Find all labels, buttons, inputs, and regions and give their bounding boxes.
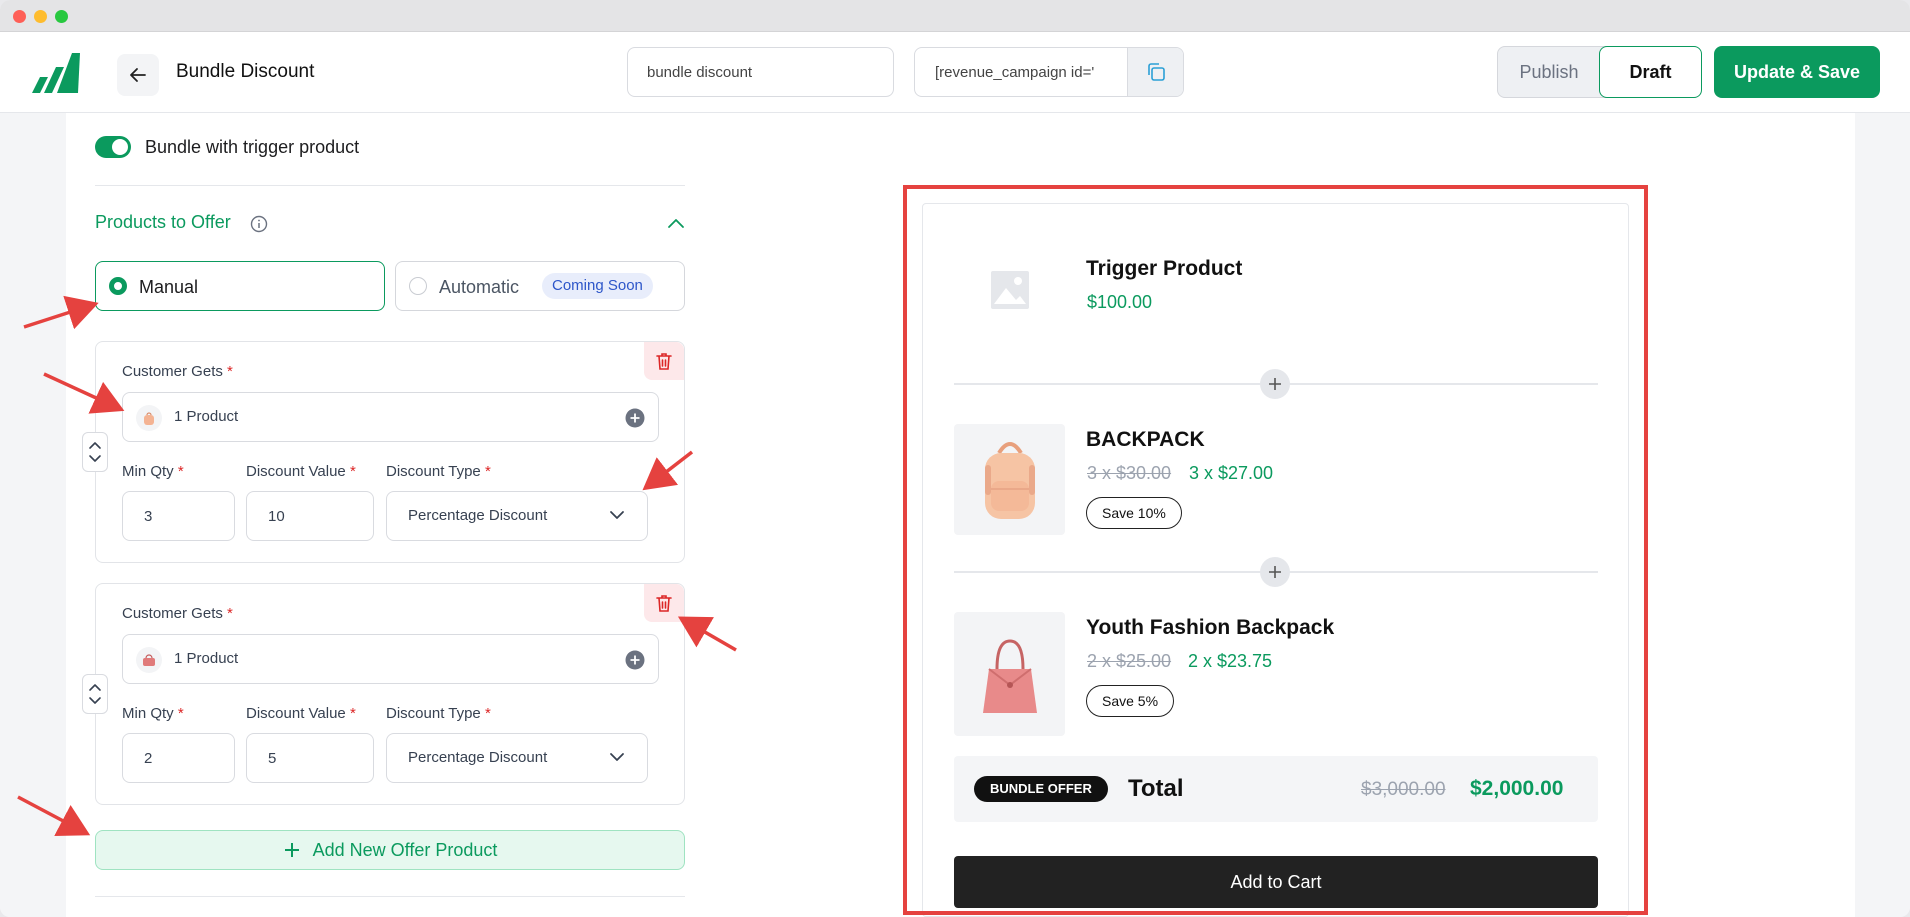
add-to-cart-button[interactable]: Add to Cart <box>954 856 1598 908</box>
item-name: BACKPACK <box>1086 428 1205 451</box>
preview-gutter <box>1855 113 1910 917</box>
discount-type-value: Percentage Discount <box>408 507 548 524</box>
chevron-down-icon <box>610 753 624 761</box>
total-old-price: $3,000.00 <box>1361 779 1446 800</box>
draft-button[interactable]: Draft <box>1599 46 1702 98</box>
copy-icon <box>1147 63 1165 81</box>
product-select[interactable]: 1 Product <box>122 392 659 442</box>
backpack-thumbnail <box>136 405 162 431</box>
total-bar: BUNDLE OFFER Total $3,000.00 $2,000.00 <box>954 756 1598 822</box>
customer-gets-label: Customer Gets * <box>122 605 233 622</box>
close-window-button[interactable] <box>13 10 26 23</box>
discount-type-label: Discount Type * <box>386 463 491 480</box>
arrow-left-icon <box>130 68 146 82</box>
reorder-handle[interactable] <box>82 674 108 714</box>
automatic-option[interactable]: Automatic Coming Soon <box>395 261 685 311</box>
publish-button[interactable]: Publish <box>1498 47 1600 97</box>
handbag-thumbnail <box>136 647 162 673</box>
coming-soon-badge: Coming Soon <box>542 273 653 299</box>
customer-gets-label: Customer Gets * <box>122 363 233 380</box>
trigger-product-name: Trigger Product <box>1086 257 1243 280</box>
image-placeholder-icon <box>990 271 1029 309</box>
discount-value-label: Discount Value * <box>246 705 356 722</box>
product-count: 1 Product <box>174 650 239 667</box>
shortcode-text: [revenue_campaign id=' <box>935 64 1095 81</box>
section-divider <box>95 896 685 897</box>
item-old-price: 2 x $25.00 <box>1087 651 1172 671</box>
discount-value-label: Discount Value * <box>246 463 356 480</box>
backpack-image <box>954 424 1065 535</box>
chevron-up-icon[interactable] <box>667 216 685 230</box>
top-header: Bundle Discount [revenue_campaign id=' P… <box>0 32 1910 113</box>
app-window: Bundle Discount [revenue_campaign id=' P… <box>0 0 1910 917</box>
radio-unselected-icon <box>409 277 427 295</box>
separator-plus-icon <box>1260 369 1290 399</box>
manual-label: Manual <box>139 277 199 297</box>
trigger-product-image <box>954 235 1065 345</box>
bundle-trigger-toggle[interactable] <box>95 136 131 158</box>
window-titlebar <box>0 0 1910 32</box>
save-badge: Save 10% <box>1086 497 1182 529</box>
sort-arrows-icon <box>89 684 101 704</box>
radio-selected-icon <box>109 277 127 295</box>
discount-type-select[interactable]: Percentage Discount <box>386 491 648 541</box>
status-switch: Publish Draft <box>1497 46 1702 98</box>
chevron-down-icon <box>610 511 624 519</box>
item-new-price: 2 x $23.75 <box>1188 651 1273 671</box>
bundle-offer-badge: BUNDLE OFFER <box>974 776 1108 802</box>
maximize-window-button[interactable] <box>55 10 68 23</box>
discount-type-value: Percentage Discount <box>408 749 548 766</box>
discount-type-select[interactable]: Percentage Discount <box>386 733 648 783</box>
trigger-product-price: $100.00 <box>1087 292 1153 312</box>
products-to-offer-title: Products to Offer <box>95 212 231 232</box>
discount-value-input[interactable] <box>246 491 374 541</box>
campaign-name-input[interactable] <box>627 47 894 97</box>
back-button[interactable] <box>117 54 159 96</box>
save-badge: Save 5% <box>1086 685 1175 717</box>
manual-option[interactable]: Manual <box>95 261 385 311</box>
add-offer-product-button[interactable]: Add New Offer Product <box>95 830 685 870</box>
add-offer-label: Add New Offer Product <box>312 839 498 860</box>
separator-plus-icon <box>1260 557 1290 587</box>
item-new-price: 3 x $27.00 <box>1189 463 1274 483</box>
product-count: 1 Product <box>174 408 239 425</box>
min-qty-input[interactable] <box>122 733 235 783</box>
shortcode-field[interactable]: [revenue_campaign id=' <box>914 47 1184 97</box>
section-divider <box>95 185 685 186</box>
add-product-icon[interactable] <box>625 650 645 670</box>
trash-icon <box>656 353 672 370</box>
delete-offer-button[interactable] <box>644 342 684 380</box>
delete-offer-button[interactable] <box>644 584 684 622</box>
offer-card: Customer Gets * 1 Product Min Qty * Disc… <box>95 583 685 805</box>
update-save-button[interactable]: Update & Save <box>1714 46 1880 98</box>
plus-icon <box>284 843 299 857</box>
offer-card: Customer Gets * 1 Product Min Qty * Disc… <box>95 341 685 563</box>
discount-value-input[interactable] <box>246 733 374 783</box>
item-name: Youth Fashion Backpack <box>1086 616 1335 639</box>
minimize-window-button[interactable] <box>34 10 47 23</box>
automatic-label: Automatic <box>439 277 520 297</box>
reorder-handle[interactable] <box>82 432 108 472</box>
copy-shortcode-button[interactable] <box>1127 48 1183 96</box>
product-select[interactable]: 1 Product <box>122 634 659 684</box>
brand-logo-icon <box>30 47 80 97</box>
info-icon[interactable] <box>250 215 268 233</box>
bundle-trigger-label: Bundle with trigger product <box>145 137 360 157</box>
total-label: Total <box>1128 775 1184 802</box>
sort-arrows-icon <box>89 442 101 462</box>
total-new-price: $2,000.00 <box>1470 777 1564 800</box>
trash-icon <box>656 595 672 612</box>
min-qty-label: Min Qty * <box>122 705 184 722</box>
item-old-price: 3 x $30.00 <box>1087 463 1172 483</box>
min-qty-label: Min Qty * <box>122 463 184 480</box>
min-qty-input[interactable] <box>122 491 235 541</box>
discount-type-label: Discount Type * <box>386 705 491 722</box>
page-title: Bundle Discount <box>176 61 315 82</box>
handbag-image <box>954 612 1065 736</box>
add-product-icon[interactable] <box>625 408 645 428</box>
